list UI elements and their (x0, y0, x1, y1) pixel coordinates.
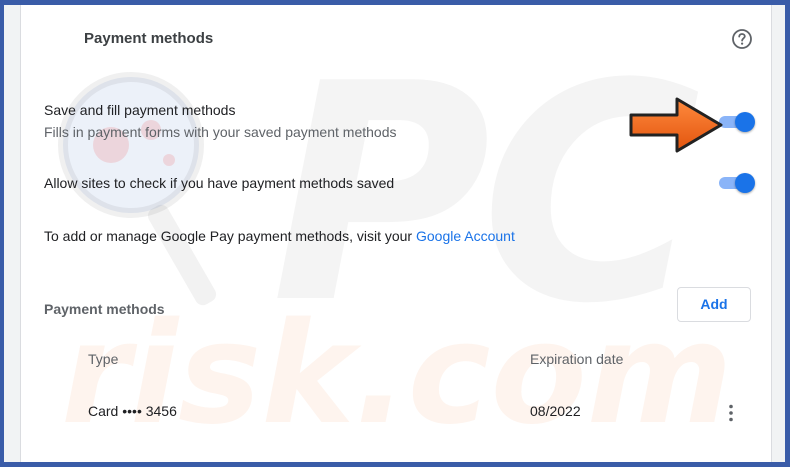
more-vert-icon[interactable] (724, 403, 738, 423)
save-fill-title: Save and fill payment methods (44, 102, 236, 118)
column-header-type: Type (88, 351, 119, 367)
google-pay-message: To add or manage Google Pay payment meth… (44, 228, 416, 244)
arrow-right-icon (625, 95, 729, 155)
add-payment-button[interactable]: Add (677, 287, 751, 322)
toggle-knob (735, 173, 755, 193)
save-fill-subtitle: Fills in payment forms with your saved p… (44, 124, 397, 140)
google-account-link[interactable]: Google Account (416, 228, 515, 244)
page-title: Payment methods (84, 30, 214, 47)
watermark-brand: PC (271, 45, 701, 345)
google-pay-text: To add or manage Google Pay payment meth… (44, 228, 515, 244)
watermark-site: risk.com (61, 293, 733, 456)
help-circle-icon[interactable] (731, 28, 753, 50)
window-frame: PC risk.com Payment methods Save and fil… (4, 5, 785, 462)
settings-card: PC risk.com Payment methods Save and fil… (20, 5, 772, 462)
payment-methods-label: Payment methods (44, 301, 165, 317)
card-type: Card •••• 3456 (88, 403, 177, 419)
toggle-knob (735, 112, 755, 132)
allow-check-toggle[interactable] (717, 173, 755, 193)
column-header-expiration: Expiration date (530, 351, 624, 367)
allow-check-title: Allow sites to check if you have payment… (44, 175, 395, 191)
card-expiration: 08/2022 (530, 403, 581, 419)
